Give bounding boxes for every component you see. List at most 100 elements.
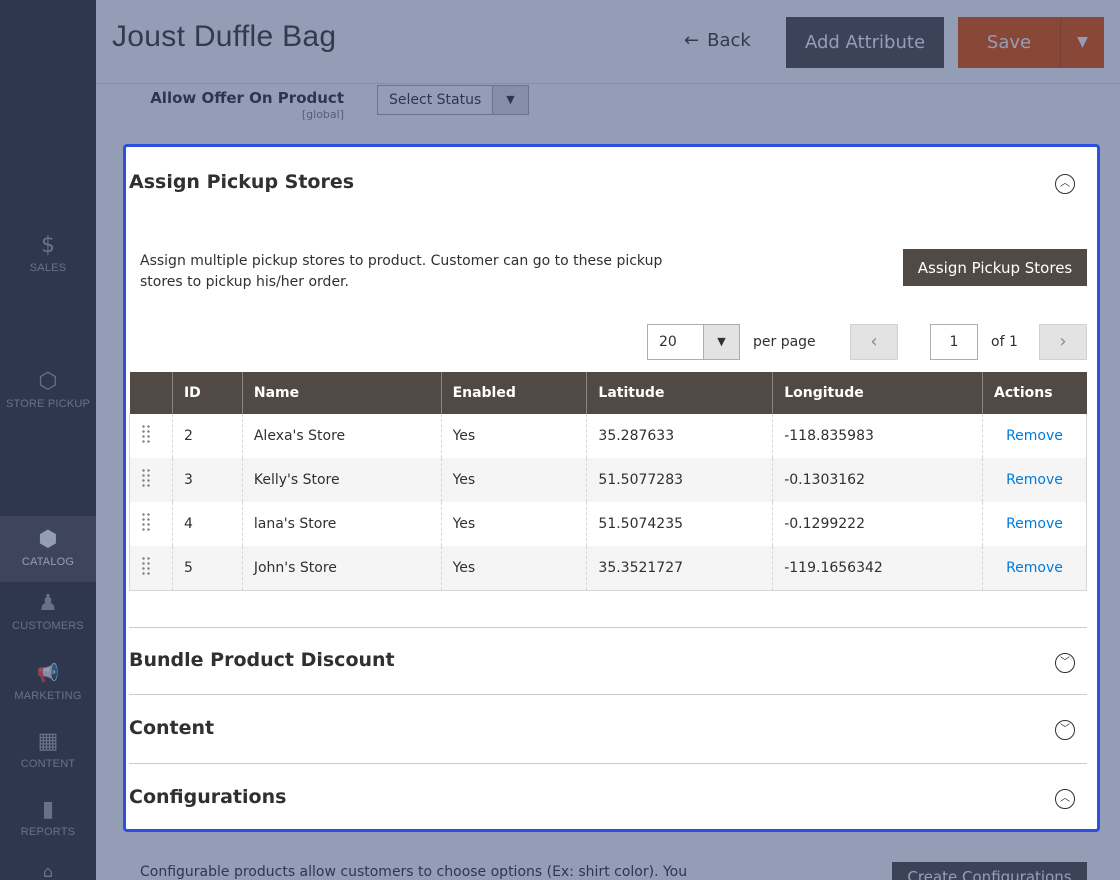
allow-offer-label: Allow Offer On Product bbox=[150, 89, 344, 107]
allow-offer-field: Allow Offer On Product [global] Select S… bbox=[96, 84, 1120, 132]
cell-latitude: 35.3521727 bbox=[586, 546, 773, 591]
table-row: 2 Alexa's Store Yes 35.287633 -118.83598… bbox=[129, 414, 1087, 458]
arrow-left-icon: ← bbox=[684, 30, 700, 51]
chevron-down-icon[interactable]: ﹀ bbox=[1055, 720, 1075, 740]
sidebar-item-store-pickup[interactable]: ⬡ STORE PICKUP bbox=[0, 370, 96, 422]
column-header-id[interactable]: ID bbox=[171, 372, 243, 414]
table-row: 3 Kelly's Store Yes 51.5077283 -0.130316… bbox=[129, 458, 1087, 502]
back-label: Back bbox=[707, 30, 751, 51]
assign-pickup-stores-button[interactable]: Assign Pickup Stores bbox=[903, 249, 1087, 286]
megaphone-icon: 📢 bbox=[36, 663, 60, 684]
box-icon: ⬢ bbox=[38, 527, 58, 552]
store-icon: ⌂ bbox=[42, 862, 54, 880]
hexagon-icon: ⬡ bbox=[38, 369, 58, 394]
section-divider bbox=[129, 627, 1087, 628]
column-header-actions: Actions bbox=[982, 372, 1087, 414]
cell-longitude: -0.1303162 bbox=[772, 458, 983, 502]
sidebar-item-label: CONTENT bbox=[20, 758, 76, 770]
section-divider bbox=[129, 694, 1087, 695]
dollar-icon: $ bbox=[41, 233, 55, 258]
per-page-value: 20 bbox=[659, 334, 677, 350]
cell-enabled: Yes bbox=[440, 458, 587, 502]
cell-name: John's Store bbox=[241, 546, 442, 591]
allow-offer-select[interactable]: Select Status ▼ bbox=[377, 85, 529, 115]
sidebar-item-marketing[interactable]: 📢 MARKETING bbox=[0, 662, 96, 714]
section-title-pickup[interactable]: Assign Pickup Stores bbox=[129, 171, 354, 193]
cell-enabled: Yes bbox=[440, 414, 587, 458]
sidebar-item-content[interactable]: ▦ CONTENT bbox=[0, 730, 96, 782]
column-header-longitude[interactable]: Longitude bbox=[772, 372, 983, 414]
chevron-down-icon[interactable]: ﹀ bbox=[1055, 653, 1075, 673]
pickup-description: Assign multiple pickup stores to product… bbox=[140, 253, 663, 290]
cell-name: lana's Store bbox=[241, 502, 442, 546]
page-title: Joust Duffle Bag bbox=[112, 20, 337, 53]
sidebar-item-label: STORE PICKUP bbox=[5, 398, 91, 410]
previous-page-button[interactable]: ‹ bbox=[850, 324, 898, 360]
per-page-label: per page bbox=[753, 334, 816, 350]
cell-id: 3 bbox=[171, 458, 243, 502]
sidebar-item-catalog[interactable]: ⬢ CATALOG bbox=[0, 516, 96, 582]
caret-down-icon: ▼ bbox=[1077, 34, 1088, 50]
column-header-drag bbox=[129, 372, 173, 414]
per-page-select[interactable]: 20 ▼ bbox=[647, 324, 740, 360]
cell-enabled: Yes bbox=[440, 546, 587, 591]
drag-handle-icon[interactable] bbox=[141, 468, 151, 488]
caret-down-icon: ▼ bbox=[492, 86, 528, 114]
cell-latitude: 35.287633 bbox=[586, 414, 773, 458]
save-options-toggle[interactable]: ▼ bbox=[1060, 17, 1104, 68]
bar-chart-icon: ▮ bbox=[41, 797, 55, 822]
column-header-name[interactable]: Name bbox=[241, 372, 442, 414]
drag-handle-icon[interactable] bbox=[141, 424, 151, 444]
sidebar-item-reports[interactable]: ▮ REPORTS bbox=[0, 798, 96, 850]
sidebar-item-label: CATALOG bbox=[21, 556, 75, 568]
sidebar-item-sales[interactable]: $ SALES bbox=[0, 234, 96, 286]
drag-handle-icon[interactable] bbox=[141, 555, 151, 576]
add-attribute-button[interactable]: Add Attribute bbox=[786, 17, 944, 68]
sidebar-item-customers[interactable]: ♟ CUSTOMERS bbox=[0, 592, 96, 644]
drag-handle-icon[interactable] bbox=[141, 512, 151, 532]
chevron-right-icon: › bbox=[1059, 331, 1067, 352]
next-page-button[interactable]: › bbox=[1039, 324, 1087, 360]
scope-label: [global] bbox=[301, 108, 344, 121]
sidebar-item-label: CUSTOMERS bbox=[12, 620, 84, 632]
page-number-input[interactable]: 1 bbox=[930, 324, 978, 360]
table-row: 4 lana's Store Yes 51.5074235 -0.1299222… bbox=[129, 502, 1087, 546]
column-header-latitude[interactable]: Latitude bbox=[586, 372, 773, 414]
focused-panel: Assign Pickup Stores ︿ Assign multiple p… bbox=[123, 144, 1100, 832]
sidebar-item-label: MARKETING bbox=[14, 690, 82, 702]
cell-id: 2 bbox=[171, 414, 243, 458]
remove-link[interactable]: Remove bbox=[994, 560, 1086, 576]
cell-longitude: -0.1299222 bbox=[772, 502, 983, 546]
remove-link[interactable]: Remove bbox=[994, 516, 1086, 532]
cell-name: Alexa's Store bbox=[241, 414, 442, 458]
person-icon: ♟ bbox=[38, 591, 58, 616]
back-button[interactable]: ← Back bbox=[684, 30, 751, 51]
create-configurations-button[interactable]: Create Configurations bbox=[892, 862, 1087, 880]
table-header-row: ID Name Enabled Latitude Longitude Actio… bbox=[129, 372, 1087, 414]
table-row: 5 John's Store Yes 35.3521727 -119.16563… bbox=[129, 546, 1087, 591]
sidebar-item-label: REPORTS bbox=[20, 826, 76, 838]
sidebar-item-stores[interactable]: ⌂ bbox=[0, 864, 96, 880]
cell-longitude: -119.1656342 bbox=[772, 546, 983, 591]
chevron-up-icon[interactable]: ︿ bbox=[1055, 174, 1075, 194]
select-value: Select Status bbox=[389, 92, 482, 108]
remove-link[interactable]: Remove bbox=[994, 428, 1086, 444]
sidebar-item-label: SALES bbox=[29, 262, 67, 274]
section-title-bundle-discount[interactable]: Bundle Product Discount bbox=[129, 649, 395, 671]
page-header: Joust Duffle Bag ← Back Add Attribute Sav… bbox=[96, 0, 1120, 84]
chevron-left-icon: ‹ bbox=[870, 331, 878, 352]
cell-latitude: 51.5074235 bbox=[586, 502, 773, 546]
configurations-description: Configurable products allow customers to… bbox=[140, 864, 688, 880]
remove-link[interactable]: Remove bbox=[994, 472, 1086, 488]
section-title-configurations[interactable]: Configurations bbox=[129, 786, 286, 808]
pickup-stores-table: ID Name Enabled Latitude Longitude Actio… bbox=[129, 372, 1087, 591]
chevron-up-icon[interactable]: ︿ bbox=[1055, 789, 1075, 809]
cell-latitude: 51.5077283 bbox=[586, 458, 773, 502]
column-header-enabled[interactable]: Enabled bbox=[440, 372, 587, 414]
page-count-label: of 1 bbox=[991, 334, 1018, 350]
section-title-content[interactable]: Content bbox=[129, 717, 214, 739]
cell-name: Kelly's Store bbox=[241, 458, 442, 502]
save-button[interactable]: Save bbox=[958, 17, 1060, 68]
section-divider bbox=[129, 763, 1087, 764]
caret-down-icon: ▼ bbox=[703, 325, 739, 359]
